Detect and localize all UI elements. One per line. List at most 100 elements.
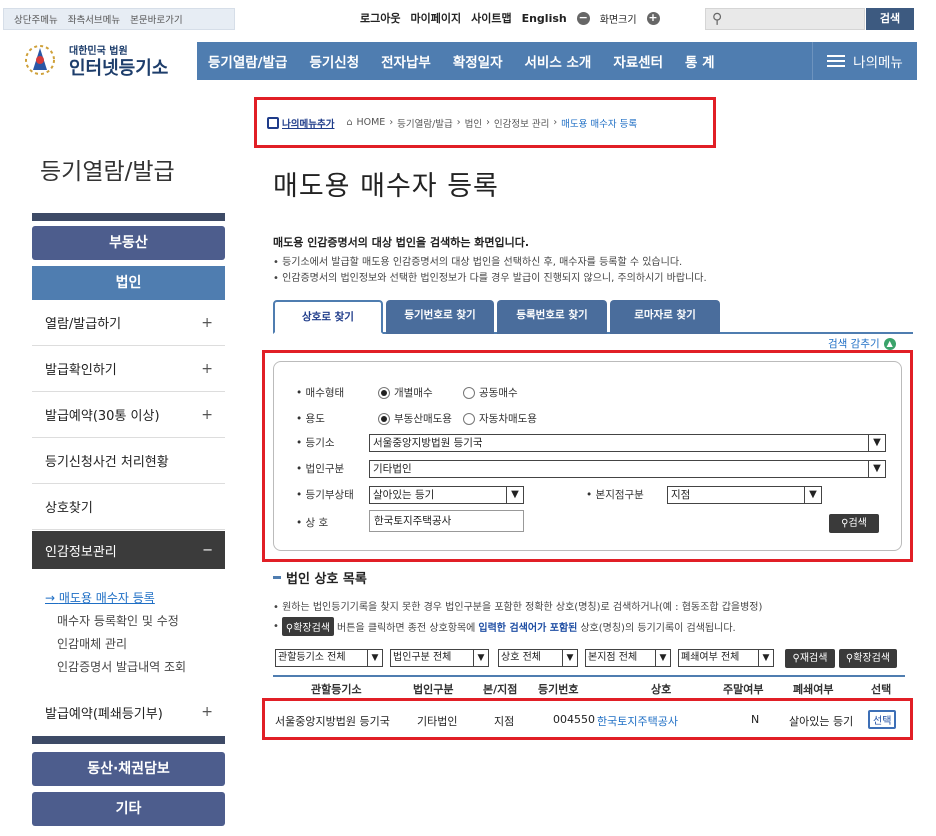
name-input[interactable]: 한국토지주택공사 — [369, 510, 524, 532]
gnb-item-service[interactable]: 서비스 소개 — [514, 51, 603, 71]
gnb-item-payment[interactable]: 전자납부 — [370, 51, 442, 71]
gnb-item-apply[interactable]: 등기신청 — [298, 51, 370, 71]
plus-icon: + — [201, 360, 213, 377]
sidebar-item-view-issue[interactable]: 열람/발급하기 + — [32, 300, 225, 346]
radio-joint[interactable]: 공동매수 — [463, 385, 518, 400]
filter-branch[interactable]: 본지점 전체 ▼ — [585, 649, 671, 667]
skip-link-sub-menu[interactable]: 좌측서브메뉴 — [68, 12, 120, 26]
radio-dot — [463, 387, 475, 399]
cell-reg-number: 004550 — [553, 713, 595, 726]
filter-value: 본지점 전체 — [588, 652, 638, 663]
corp-type-select[interactable]: 기타법인 ▼ — [369, 460, 886, 478]
chevron-down-icon: ▼ — [868, 435, 885, 451]
tab-name[interactable]: 상호로 찾기 — [273, 300, 383, 334]
sidebar-item-label: 인감정보관리 — [45, 544, 117, 560]
skip-link-content[interactable]: 본문바로가기 — [130, 12, 182, 26]
chevron-down-icon: ▼ — [655, 650, 670, 666]
gnb-item-stats[interactable]: 통 계 — [674, 51, 726, 71]
chevron-down-icon: ▼ — [868, 461, 885, 477]
sidebar-sub-seal-media[interactable]: 인감매체 관리 — [57, 635, 127, 652]
sidebar-tab-corp[interactable]: 법인 — [32, 266, 225, 300]
sidebar-item-reserve-closed[interactable]: 발급예약(폐쇄등기부) + — [32, 689, 225, 735]
sidebar-item-confirm[interactable]: 발급확인하기 + — [32, 346, 225, 392]
court-emblem-icon — [25, 45, 55, 75]
gnb-item-fixed-date[interactable]: 확정일자 — [442, 51, 514, 71]
sidebar-btn-realestate[interactable]: 부동산 — [32, 226, 225, 260]
sidebar-sub-cert-history[interactable]: 인감증명서 발급내역 조회 — [57, 658, 186, 675]
radio-label: 부동산매도용 — [394, 413, 452, 425]
zoom-in-icon[interactable]: + — [646, 11, 660, 25]
breadcrumb-home[interactable]: HOME — [356, 117, 385, 128]
registry-label: • 등기소 — [296, 437, 335, 449]
name-label: • 상 호 — [296, 517, 329, 529]
cell-closed: 살아있는 등기 — [789, 715, 854, 728]
re-search-button[interactable]: ⚲재검색 — [785, 649, 835, 668]
gnb-item-view-issue[interactable]: 등기열람/발급 — [197, 51, 298, 71]
tab-biz-number[interactable]: 등록번호로 찾기 — [497, 300, 607, 334]
status-value: 살아있는 등기 — [373, 489, 435, 501]
note-ext-search-button[interactable]: ⚲확장검색 — [281, 617, 335, 636]
breadcrumb-seal-info[interactable]: 인감정보 관리 — [494, 116, 549, 130]
breadcrumb-view-issue[interactable]: 등기열람/발급 — [397, 116, 453, 130]
sidebar-btn-movable[interactable]: 동산·채권담보 — [32, 752, 225, 786]
site-logo[interactable]: 대한민국 법원 인터넷등기소 — [15, 40, 195, 80]
mypage-link[interactable]: 마이페이지 — [410, 10, 461, 26]
radio-individual[interactable]: 개별매수 — [378, 385, 433, 400]
ext-search-button[interactable]: ⚲확장검색 — [839, 649, 897, 668]
sidebar-title: 등기열람/발급 — [40, 159, 175, 185]
gnb-item-resources[interactable]: 자료센터 — [602, 51, 674, 71]
filter-registry[interactable]: 관할등기소 전체 ▼ — [275, 649, 383, 667]
sidebar-item-label: 상호찾기 — [45, 501, 93, 516]
cell-branch: 지점 — [494, 715, 515, 728]
minus-icon: − — [202, 542, 213, 558]
title-bar-icon — [273, 576, 281, 579]
select-button[interactable]: 선택 — [868, 710, 897, 729]
breadcrumb-corp[interactable]: 법인 — [465, 116, 482, 130]
sitemap-link[interactable]: 사이트맵 — [471, 10, 511, 26]
filter-closed[interactable]: 폐쇄여부 전체 ▼ — [678, 649, 774, 667]
sidebar-sub-buyer-register[interactable]: → 매도용 매수자 등록 — [45, 589, 155, 606]
sidebar-item-seal-info[interactable]: 인감정보관리 − — [32, 531, 225, 569]
logo-large-text: 인터넷등기소 — [69, 58, 169, 79]
chevron-up-icon: ▲ — [883, 337, 896, 350]
branch-select[interactable]: 지점 ▼ — [667, 486, 822, 504]
tab-roman[interactable]: 로마자로 찾기 — [610, 300, 720, 334]
sidebar-sub-buyer-check[interactable]: 매수자 등록확인 및 수정 — [57, 612, 179, 629]
chevron-down-icon: ▼ — [758, 650, 773, 666]
registry-select[interactable]: 서울중앙지방법원 등기국 ▼ — [369, 434, 886, 452]
sidebar-item-find-name[interactable]: 상호찾기 — [32, 484, 225, 530]
tab-reg-number[interactable]: 등기번호로 찾기 — [386, 300, 494, 334]
plus-icon: + — [201, 704, 213, 720]
zoom-out-icon[interactable]: − — [576, 11, 590, 25]
header-closed: 폐쇄여부 — [793, 683, 834, 696]
filter-corp-type[interactable]: 법인구분 전체 ▼ — [390, 649, 489, 667]
radio-vehicle[interactable]: 자동차매도용 — [463, 411, 537, 426]
sidebar-item-status[interactable]: 등기신청사건 처리현황 — [32, 438, 225, 484]
english-link[interactable]: English — [522, 12, 567, 25]
filter-name[interactable]: 상호 전체 ▼ — [498, 649, 578, 667]
re-search-label: 재검색 — [799, 653, 828, 664]
logout-link[interactable]: 로그아웃 — [360, 10, 400, 26]
radio-label: 자동차매도용 — [479, 413, 537, 425]
sidebar-item-reserve[interactable]: 발급예약(30통 이상) + — [32, 392, 225, 438]
add-my-menu-button[interactable]: 나의메뉴추가 — [267, 116, 334, 130]
search-input[interactable]: ⚲ — [705, 8, 865, 30]
search-button[interactable]: 검색 — [866, 8, 914, 30]
radio-realestate[interactable]: 부동산매도용 — [378, 411, 452, 426]
form-search-button[interactable]: ⚲검색 — [829, 514, 879, 533]
search-icon: ⚲ — [712, 11, 723, 27]
list-title-text: 법인 상호 목록 — [286, 572, 367, 587]
my-menu-button[interactable]: 나의메뉴 — [812, 42, 917, 80]
hamburger-icon — [827, 55, 846, 67]
list-note-1: • 원하는 법인등기기록을 찾지 못한 경우 법인구분을 포함한 정확한 상호(… — [273, 602, 763, 613]
radio-dot — [378, 413, 390, 425]
note-ext-search-label: 확장검색 — [293, 623, 331, 634]
collapse-search-button[interactable]: 검색 감추기 ▲ — [828, 336, 896, 351]
corp-type-value: 기타법인 — [373, 463, 412, 475]
add-my-menu-label: 나의메뉴추가 — [282, 118, 335, 130]
cell-name-link[interactable]: 한국토지주택공사 — [597, 713, 678, 729]
status-select[interactable]: 살아있는 등기 ▼ — [369, 486, 524, 504]
header-weekend: 주말여부 — [723, 683, 764, 696]
skip-link-main-menu[interactable]: 상단주메뉴 — [14, 12, 58, 26]
sidebar-btn-other[interactable]: 기타 — [32, 792, 225, 826]
